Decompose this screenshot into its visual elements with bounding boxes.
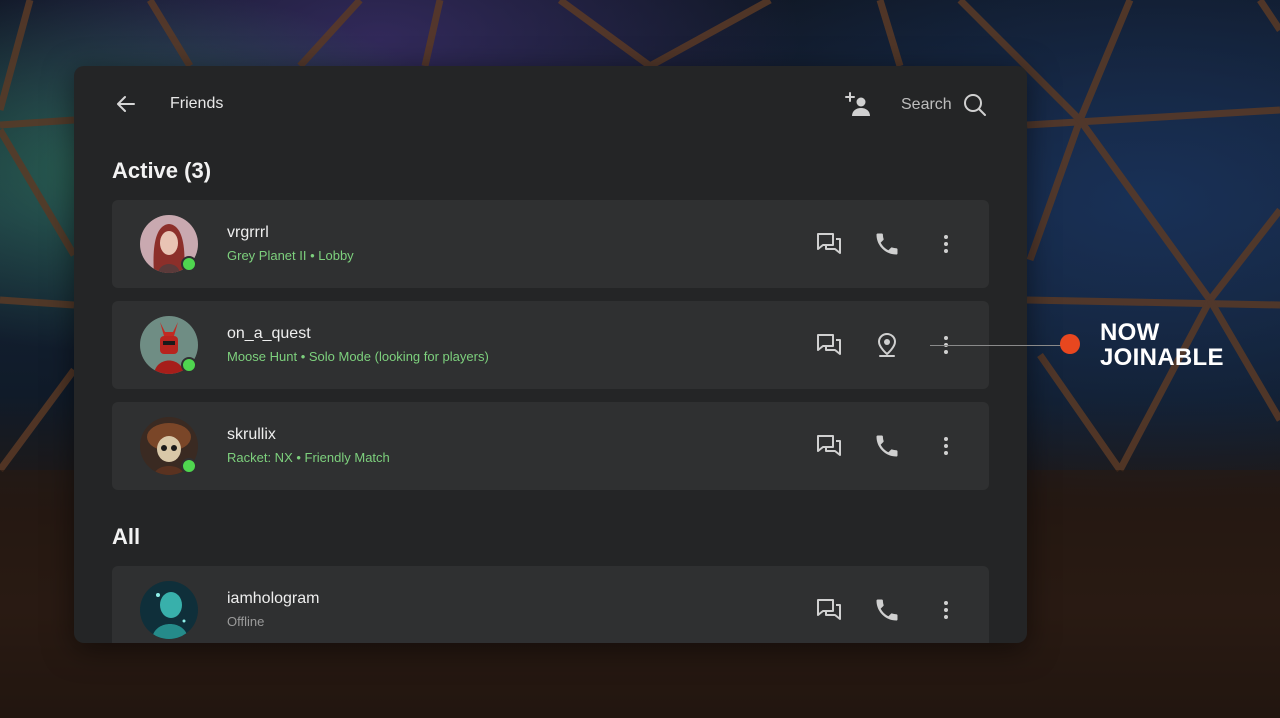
friend-name: on_a_quest: [227, 325, 311, 342]
friend-status: Racket: NX • Friendly Match: [227, 450, 390, 465]
friend-row-iamhologram[interactable]: iamhologram Offline: [112, 566, 989, 643]
more-options-button[interactable]: [932, 596, 960, 624]
phone-icon: [876, 599, 898, 621]
header-bar: Friends Search: [74, 66, 1027, 142]
friends-panel: Friends Search Active (3) vrgrrrl Grey P…: [74, 66, 1027, 643]
friend-row-skrullix[interactable]: skrullix Racket: NX • Friendly Match: [112, 402, 989, 490]
call-button[interactable]: [873, 432, 901, 460]
location-pin-icon: [877, 332, 897, 357]
back-button[interactable]: [114, 92, 138, 116]
friend-name: vrgrrrl: [227, 224, 269, 241]
avatar[interactable]: [140, 316, 198, 374]
section-title-all: All: [112, 524, 141, 549]
page-title: Friends: [170, 95, 224, 112]
search-button[interactable]: Search: [901, 90, 988, 120]
online-indicator: [181, 458, 197, 474]
callout-line-2: JOINABLE: [1100, 344, 1224, 371]
more-options-button[interactable]: [932, 230, 960, 258]
more-vertical-icon: [944, 601, 948, 619]
message-button[interactable]: [815, 432, 843, 460]
friend-name: iamhologram: [227, 590, 320, 607]
friend-row-on-a-quest[interactable]: on_a_quest Moose Hunt • Solo Mode (looki…: [112, 301, 989, 389]
friend-status: Offline: [227, 614, 265, 629]
more-vertical-icon: [944, 235, 948, 253]
chat-icon: [817, 334, 841, 355]
friend-name: skrullix: [227, 426, 276, 443]
call-button[interactable]: [873, 596, 901, 624]
call-button[interactable]: [873, 230, 901, 258]
message-button[interactable]: [815, 331, 843, 359]
more-vertical-icon: [944, 437, 948, 455]
chat-icon: [817, 435, 841, 456]
chat-icon: [817, 599, 841, 620]
avatar[interactable]: [140, 215, 198, 273]
add-friend-button[interactable]: [844, 91, 872, 119]
person-add-icon: [845, 92, 870, 116]
friend-status: Moose Hunt • Solo Mode (looking for play…: [227, 349, 489, 364]
phone-icon: [876, 233, 898, 255]
section-title-active: Active (3): [112, 158, 212, 183]
callout-dot: [1060, 334, 1080, 354]
phone-icon: [876, 435, 898, 457]
friend-status: Grey Planet II • Lobby: [227, 248, 354, 263]
more-options-button[interactable]: [932, 432, 960, 460]
now-joinable-callout: NOW JOINABLE: [1100, 320, 1224, 370]
chat-icon: [817, 233, 841, 254]
avatar[interactable]: [140, 581, 198, 639]
message-button[interactable]: [815, 230, 843, 258]
join-location-button[interactable]: [873, 331, 901, 359]
message-button[interactable]: [815, 596, 843, 624]
online-indicator: [181, 256, 197, 272]
arrow-left-icon: [117, 96, 135, 112]
friend-row-vrgrrrl[interactable]: vrgrrrl Grey Planet II • Lobby: [112, 200, 989, 288]
search-label: Search: [901, 96, 952, 113]
online-indicator: [181, 357, 197, 373]
avatar-image: [140, 581, 198, 639]
avatar[interactable]: [140, 417, 198, 475]
search-icon: [963, 94, 986, 116]
callout-line: [930, 345, 1062, 346]
callout-line-1: NOW: [1100, 319, 1160, 346]
